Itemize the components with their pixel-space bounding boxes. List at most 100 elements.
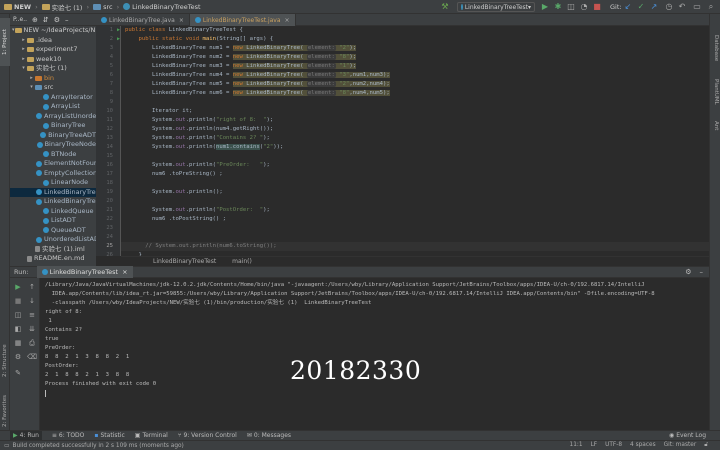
run-gutter-icon[interactable]: ▶ — [117, 35, 120, 44]
close-icon[interactable]: × — [179, 17, 184, 24]
vcs-push-icon[interactable]: ↗ — [649, 2, 659, 12]
build-hammer-icon[interactable]: ⚒ — [440, 2, 450, 12]
file-encoding[interactable]: UTF-8 — [605, 442, 622, 449]
chevron-right-icon[interactable]: ▸ — [20, 45, 27, 55]
project-tool-tab[interactable]: 1: Project — [0, 18, 10, 66]
tree-item[interactable]: ▸ experiment7 — [10, 45, 96, 55]
breadcrumb-project[interactable]: NEW › — [4, 3, 38, 11]
run-tab[interactable]: LinkedBinaryTreeTest × — [36, 266, 133, 278]
down-icon[interactable]: ↓ — [27, 296, 37, 306]
stop-icon[interactable]: ■ — [592, 2, 602, 12]
revert-icon[interactable]: ↶ — [677, 2, 687, 12]
rerun-icon[interactable]: ▶ — [13, 282, 23, 292]
gear-icon[interactable]: ⚙ — [54, 16, 60, 24]
tree-item[interactable]: ▾ 实验七 (1) — [10, 64, 96, 74]
hide-icon[interactable]: – — [700, 268, 704, 276]
indent-setting[interactable]: 4 spaces — [630, 442, 656, 449]
profile-icon[interactable]: ◔ — [579, 2, 589, 12]
chevron-right-icon[interactable]: ▸ — [28, 74, 35, 84]
version-control-tool-button[interactable]: ⑂ 9: Version Control — [178, 432, 237, 439]
structure-tool-tab[interactable]: 2: Structure — [0, 336, 10, 386]
project-view-select[interactable]: P..e.. — [13, 16, 27, 23]
tree-item[interactable]: ▸ bin — [10, 74, 96, 84]
stop-icon[interactable]: ■ — [13, 296, 23, 306]
layout-icon[interactable]: ▦ — [13, 338, 23, 348]
tree-item[interactable]: BinaryTreeADT — [10, 131, 96, 141]
scroll-end-icon[interactable]: ⇊ — [27, 324, 37, 334]
chevron-right-icon[interactable]: ▸ — [20, 36, 27, 46]
run-configuration-select[interactable]: LinkedBinaryTreeTest ▾ — [457, 2, 535, 12]
tree-item[interactable]: ListADT — [10, 216, 96, 226]
tree-item[interactable]: BinaryTreeNode — [10, 140, 96, 150]
status-message[interactable]: Build completed successfully in 2 s 109 … — [12, 443, 183, 449]
code-editor[interactable]: public class LinkedBinaryTreeTest { publ… — [121, 26, 709, 256]
restore-layout-icon[interactable]: ◫ — [13, 310, 23, 320]
tree-item[interactable]: LinearNode — [10, 178, 96, 188]
tree-item[interactable]: EmptyCollectionException — [10, 169, 96, 179]
tree-item[interactable]: ▸ .idea — [10, 36, 96, 46]
caret-position[interactable]: 11:1 — [570, 442, 583, 449]
run-icon[interactable]: ▶ — [540, 2, 550, 12]
chevron-right-icon[interactable]: ▸ — [20, 55, 27, 65]
messages-tool-button[interactable]: ✉ 0: Messages — [247, 432, 291, 439]
debug-icon[interactable]: ✱ — [553, 2, 563, 12]
print-icon[interactable]: ⎙ — [27, 338, 37, 348]
line-separator[interactable]: LF — [591, 442, 598, 449]
camera-icon[interactable]: ◧ — [13, 324, 23, 334]
tree-item[interactable]: LinkedQueue — [10, 207, 96, 217]
git-branch[interactable]: Git: master — [664, 442, 697, 449]
chevron-down-icon[interactable]: ▾ — [20, 64, 27, 74]
breadcrumb-class[interactable]: LinkedBinaryTreeTest — [153, 258, 216, 265]
layout-icon[interactable]: ▭ — [692, 2, 702, 12]
tree-item[interactable]: ▸ week10 — [10, 55, 96, 65]
chevron-down-icon[interactable]: ▾ — [28, 83, 35, 93]
tree-item[interactable]: ▾ src — [10, 83, 96, 93]
event-log-button[interactable]: ◉ Event Log — [669, 432, 706, 439]
statistic-tool-button[interactable]: ▪ Statistic — [94, 432, 124, 439]
vcs-update-icon[interactable]: ↙ — [623, 2, 633, 12]
layout-icon[interactable]: ▭ — [4, 443, 9, 449]
plantuml-tool-tab[interactable]: PlantUML — [710, 72, 720, 112]
soft-wrap-icon[interactable]: ≡ — [27, 310, 37, 320]
tree-item[interactable]: ElementNotFoundException — [10, 159, 96, 169]
breadcrumb-method[interactable]: main() — [232, 258, 252, 265]
tree-item[interactable]: BTNode — [10, 150, 96, 160]
history-icon[interactable]: ◷ — [664, 2, 674, 12]
trash-icon[interactable]: ⌫ — [27, 352, 37, 362]
database-tool-tab[interactable]: Database — [710, 28, 720, 68]
tree-item[interactable]: 实验七 (1).iml — [10, 245, 96, 255]
tab-linkedbinarytree[interactable]: LinkedBinaryTree.java × — [96, 14, 190, 26]
tree-item[interactable]: ArrayIterator — [10, 93, 96, 103]
close-icon[interactable]: × — [285, 17, 290, 24]
tree-item[interactable]: LinkedBinaryTreeTest — [10, 197, 96, 207]
breadcrumb-module[interactable]: 实验七 (1) › — [41, 2, 89, 12]
pin-icon[interactable]: ✎ — [13, 368, 23, 378]
tree-item[interactable]: ▾NEW ~/IdeaProjects/NEW — [10, 26, 96, 36]
ant-tool-tab[interactable]: Ant — [710, 116, 720, 136]
hide-icon[interactable]: – — [65, 16, 69, 24]
run-gutter-icon[interactable]: ▶ — [117, 26, 120, 35]
tree-item[interactable]: LinkedBinaryTree — [10, 187, 96, 197]
tree-item[interactable]: ArrayListUnordered — [10, 112, 96, 122]
run-tool-button[interactable]: ▶ 4: Run — [10, 430, 42, 441]
breadcrumb-file[interactable]: LinkedBinaryTreeTest — [123, 3, 201, 11]
tree-item[interactable]: ArrayList — [10, 102, 96, 112]
coverage-icon[interactable]: ◫ — [566, 2, 576, 12]
breadcrumb-src[interactable]: src › — [93, 3, 119, 11]
gear-icon[interactable]: ⚙ — [685, 268, 691, 276]
terminal-tool-button[interactable]: ▣ Terminal — [135, 432, 168, 439]
lock-icon[interactable]: 🔓︎ — [704, 442, 708, 449]
tree-item[interactable]: README.en.md — [10, 254, 96, 264]
tree-item[interactable]: UnorderedListADT — [10, 235, 96, 245]
tab-linkedbinarytreetest[interactable]: LinkedBinaryTreeTest.java × — [189, 14, 296, 26]
close-icon[interactable]: × — [122, 268, 127, 276]
tree-item[interactable]: QueueADT — [10, 226, 96, 236]
collapse-icon[interactable]: ⇵ — [43, 16, 49, 24]
up-icon[interactable]: ↑ — [27, 282, 37, 292]
settings-icon[interactable]: ⚙ — [13, 352, 23, 362]
tree-item[interactable]: BinaryTree — [10, 121, 96, 131]
vcs-commit-icon[interactable]: ✓ — [636, 2, 646, 12]
todo-tool-button[interactable]: ≡ 6: TODO — [52, 432, 85, 439]
search-icon[interactable]: ⌕ — [706, 2, 716, 12]
console-output[interactable]: /Library/Java/JavaVirtualMachines/jdk-12… — [40, 278, 709, 430]
